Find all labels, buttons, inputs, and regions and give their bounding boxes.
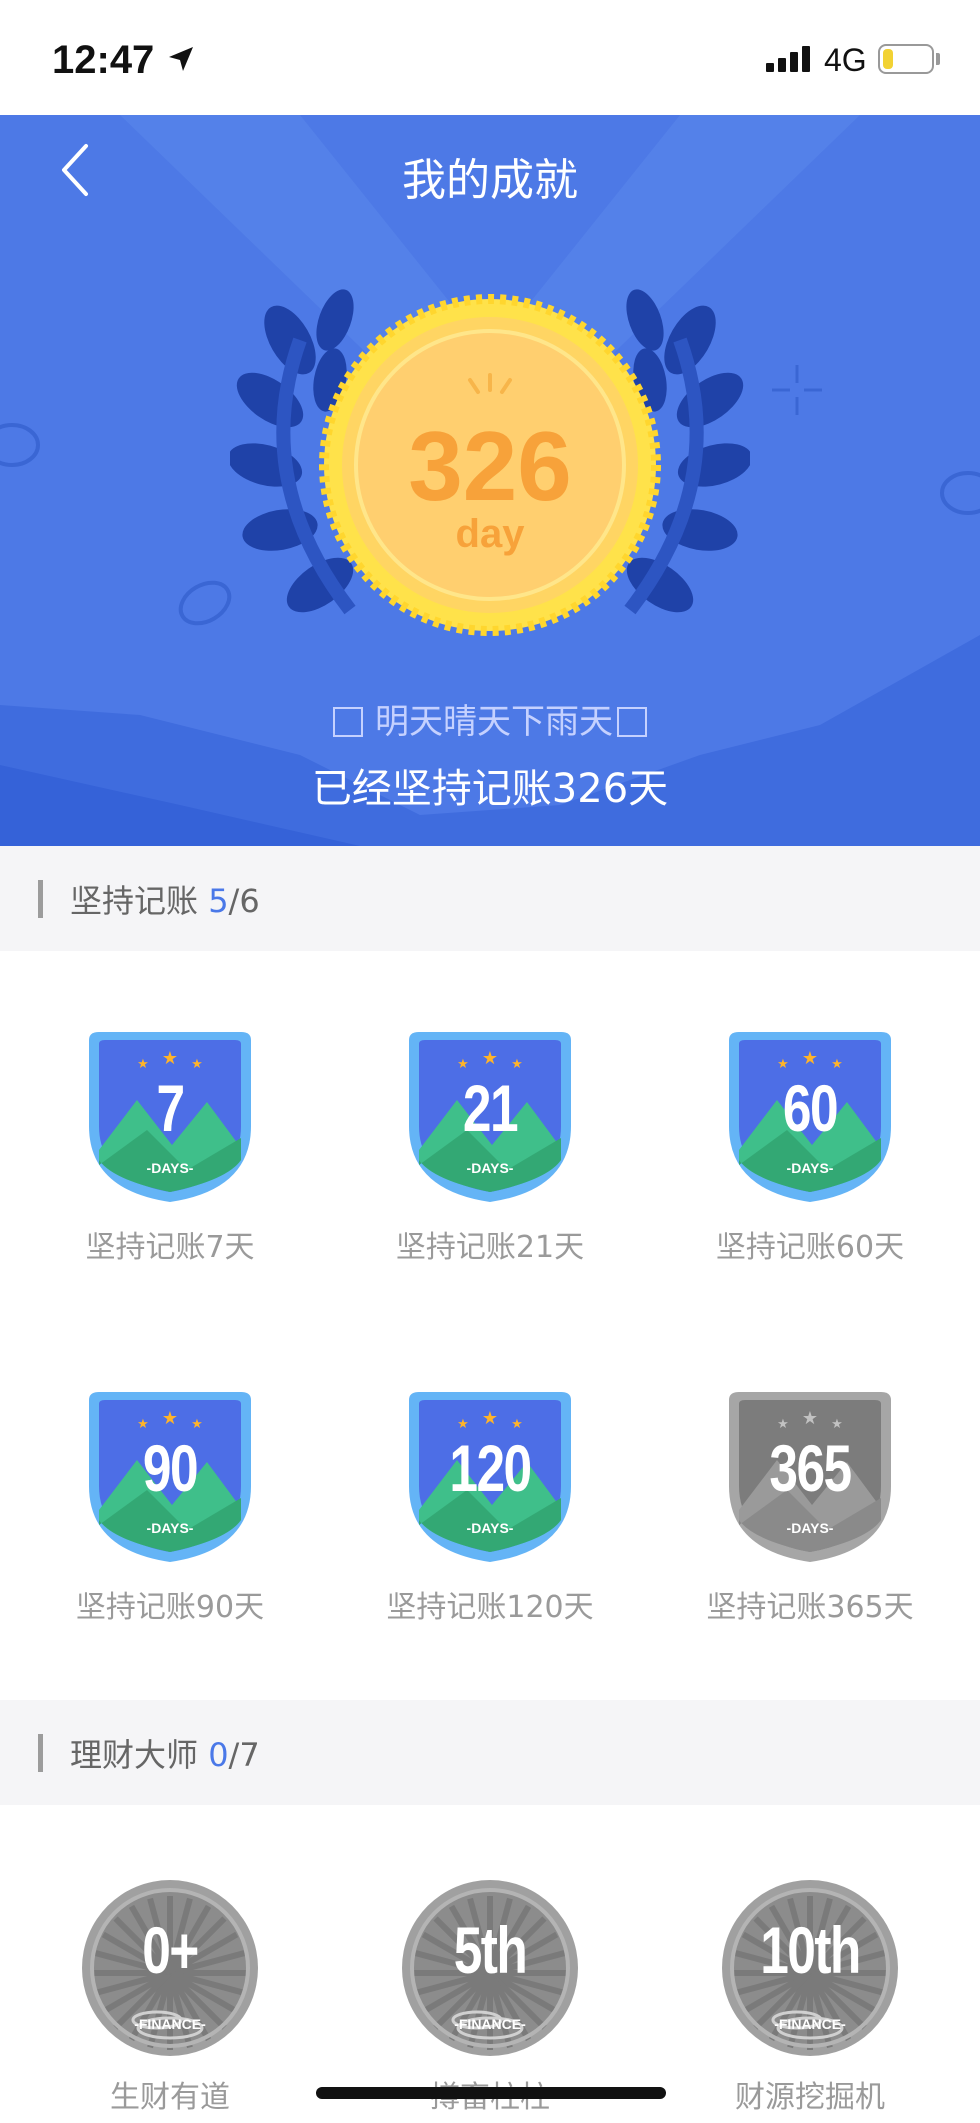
- badge-number: 120: [449, 1431, 532, 1505]
- section-title: 坚持记账 5/6: [70, 876, 260, 922]
- badge-number: 365: [769, 1431, 852, 1505]
- badge-subtitle: -DAYS-: [146, 1160, 194, 1176]
- section-progress-done: 0: [208, 1736, 229, 1774]
- badge-label: 坚持记账60天: [715, 1230, 905, 1265]
- badge-subtitle: -FINANCE-: [134, 2016, 206, 2032]
- badge-number: 5th: [453, 1913, 528, 1987]
- section-progress-total: /7: [228, 1736, 260, 1774]
- badge-label: 坚持记账120天: [386, 1590, 594, 1625]
- battery-level: [883, 49, 893, 69]
- svg-text:★: ★: [482, 1048, 498, 1069]
- badge-subtitle: -FINANCE-: [454, 2016, 526, 2032]
- section-title: 理财大师 0/7: [70, 1730, 260, 1776]
- badge-subtitle: -DAYS-: [146, 1520, 194, 1536]
- finance-badge[interactable]: 10th -FINANCE- 财源挖掘机: [690, 1880, 930, 2116]
- streak-badge[interactable]: ★ ★ ★ 90 -DAYS- 坚持记账90天: [50, 1390, 290, 1626]
- section-title-text: 理财大师: [70, 1736, 199, 1774]
- section-title-text: 坚持记账: [70, 882, 199, 920]
- badge-number: 7: [156, 1071, 185, 1145]
- signal-icon: [766, 46, 810, 72]
- badge-label: 坚持记账365天: [706, 1590, 914, 1625]
- svg-text:★: ★: [162, 1408, 178, 1429]
- battery-icon: [878, 44, 934, 74]
- motto-label: 明天晴天下雨天: [375, 702, 613, 742]
- battery-tip: [936, 53, 940, 65]
- medal-days-value: 326: [408, 411, 572, 521]
- badge-number: 0+: [142, 1913, 199, 1987]
- persist-days-text: 已经坚持记账326天: [311, 766, 669, 812]
- finance-badge[interactable]: 5th-FINANCE-撙畜柱柱: [370, 1880, 610, 2116]
- svg-text:★: ★: [802, 1048, 818, 1069]
- streak-badge[interactable]: ★ ★ ★ 60 -DAYS- 坚持记账60天: [690, 1030, 930, 1266]
- badge-number: 10th: [760, 1913, 861, 1987]
- badge-label: 生财有道: [110, 2080, 230, 2115]
- section-progress-total: /6: [228, 882, 260, 920]
- checkbox-glyph-icon: [333, 707, 363, 737]
- streak-badge[interactable]: ★ ★ ★ 120 -DAYS- 坚持记账120天: [370, 1390, 610, 1626]
- streak-badge[interactable]: ★ ★ ★ 7 -DAYS- 坚持记账7天: [50, 1030, 290, 1266]
- motto-text: 明天晴天下雨天: [0, 694, 980, 743]
- location-arrow-icon: [169, 47, 193, 71]
- badge-label: 坚持记账7天: [85, 1230, 255, 1265]
- badge-subtitle: -DAYS-: [466, 1160, 514, 1176]
- badge-label: 坚持记账21天: [395, 1230, 585, 1265]
- streak-badge[interactable]: ★ ★ ★ 21 -DAYS- 坚持记账21天: [370, 1030, 610, 1266]
- badge-subtitle: -DAYS-: [466, 1520, 514, 1536]
- badge-subtitle: -FINANCE-: [774, 2016, 846, 2032]
- svg-text:★: ★: [802, 1408, 818, 1429]
- badge-label: 财源挖掘机: [735, 2080, 885, 2115]
- svg-text:★: ★: [482, 1408, 498, 1429]
- status-bar: 12:47 4G: [0, 0, 980, 115]
- section-marker: [38, 880, 43, 918]
- finance-badge[interactable]: 0+ -FINANCE- 生财有道: [50, 1880, 290, 2116]
- status-time: 12:47: [52, 38, 155, 82]
- svg-text:★: ★: [162, 1048, 178, 1069]
- section-marker: [38, 1734, 43, 1772]
- badge-number: 60: [782, 1071, 839, 1145]
- badge-subtitle: -DAYS-: [786, 1520, 834, 1536]
- network-type: 4G: [824, 42, 867, 78]
- section-header-streak: 坚持记账 5/6: [0, 846, 980, 951]
- badge-label: 坚持记账90天: [75, 1590, 265, 1625]
- checkbox-glyph-icon: [617, 707, 647, 737]
- badge-number: 21: [462, 1071, 519, 1145]
- home-indicator[interactable]: [316, 2087, 666, 2099]
- medal-days-unit: day: [455, 512, 525, 556]
- badge-number: 90: [142, 1431, 199, 1505]
- badge-subtitle: -DAYS-: [786, 1160, 834, 1176]
- section-header-finance: 理财大师 0/7: [0, 1700, 980, 1805]
- page-title: 我的成就: [402, 155, 578, 206]
- streak-badge[interactable]: ★ ★ ★ 365 -DAYS- 坚持记账365天: [690, 1390, 930, 1626]
- section-progress-done: 5: [208, 882, 229, 920]
